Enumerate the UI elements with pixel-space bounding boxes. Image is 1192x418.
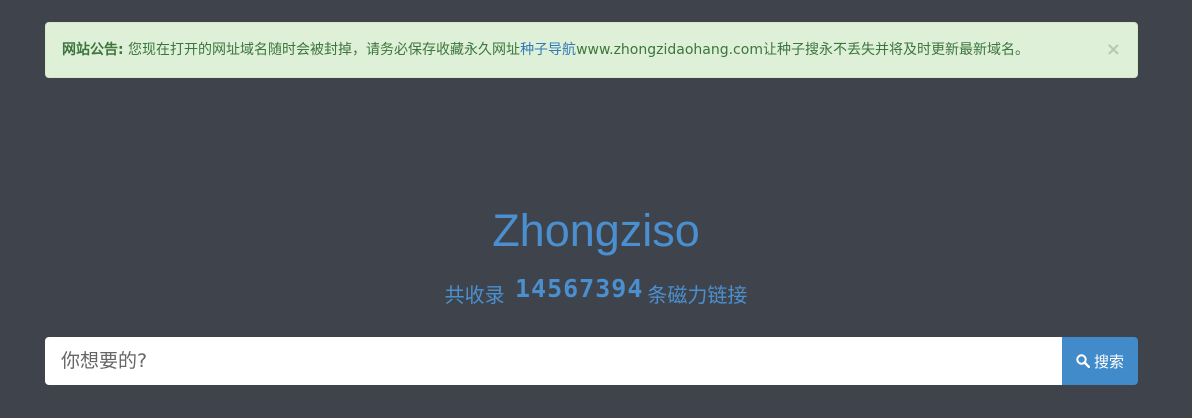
announcement-link[interactable]: 种子导航 (520, 42, 576, 58)
search-icon (1076, 354, 1090, 368)
stats-prefix: 共收录 (444, 283, 505, 307)
stats-count: 14567394 (514, 274, 644, 303)
announcement-domain-text: www.zhongzidaohang.com让种子搜永不丢失并将及时更新最新域名… (576, 42, 1029, 58)
stats-suffix: 条磁力链接 (647, 283, 748, 307)
search-bar: 搜索 (45, 337, 1138, 385)
search-input[interactable] (45, 337, 1062, 385)
index-stats: 共收录 14567394 条磁力链接 (0, 274, 1192, 315)
announcement-text: 您现在打开的网址域名随时会被封掉，请务必保存收藏永久网址 (123, 42, 521, 58)
announcement-label: 网站公告 (62, 42, 118, 58)
search-button[interactable]: 搜索 (1062, 337, 1138, 385)
close-icon[interactable]: × (1106, 23, 1121, 77)
announcement-alert: 网站公告: 您现在打开的网址域名随时会被封掉，请务必保存收藏永久网址种子导航ww… (45, 22, 1138, 78)
site-title: Zhongziso (492, 205, 700, 256)
search-button-label: 搜索 (1093, 352, 1124, 371)
